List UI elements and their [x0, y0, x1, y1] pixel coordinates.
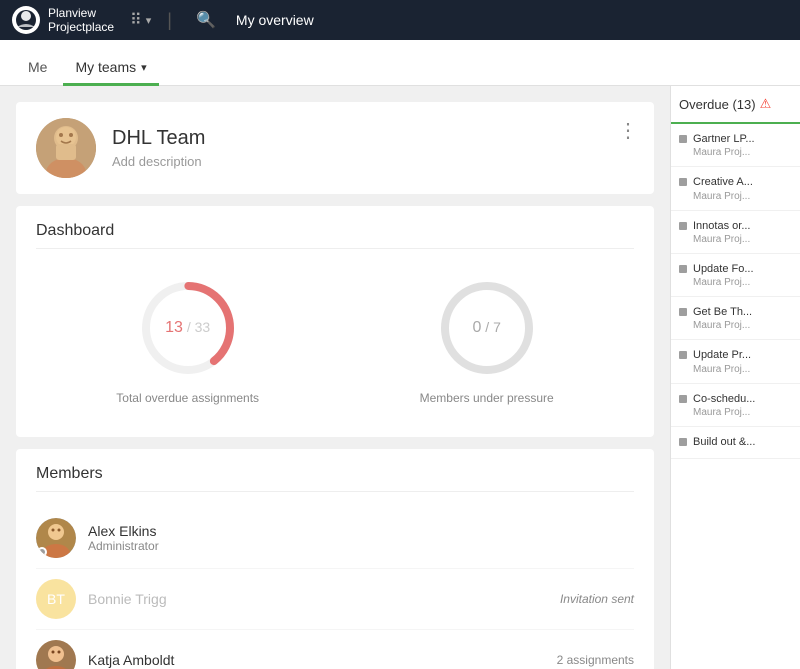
- right-item[interactable]: Get Be Th... Maura Proj...: [671, 297, 800, 340]
- content-area: DHL Team Add description ⋮ Dashboard: [0, 86, 670, 669]
- right-item[interactable]: Gartner LP... Maura Proj...: [671, 124, 800, 167]
- tab-bar: Me My teams ▾: [0, 40, 800, 86]
- task-icon: [679, 438, 687, 446]
- logo-area: Planview Projectplace: [12, 6, 114, 35]
- avatar: [36, 518, 76, 558]
- right-item-title: Creative A...: [693, 175, 753, 189]
- more-menu-button[interactable]: ⋮: [618, 118, 638, 143]
- team-description[interactable]: Add description: [112, 154, 634, 169]
- team-card: DHL Team Add description ⋮: [16, 102, 654, 194]
- right-item-sub: Maura Proj...: [693, 147, 755, 158]
- overdue-header: Overdue (13) ⚠: [671, 86, 800, 124]
- avatar: [36, 640, 76, 669]
- member-name: Katja Amboldt: [88, 652, 545, 668]
- dashboard-metrics: 13 / 33 Total overdue assignments 0 / 7: [36, 265, 634, 421]
- task-icon: [679, 135, 687, 143]
- right-item-title: Update Fo...: [693, 262, 754, 276]
- team-info: DHL Team Add description: [112, 127, 634, 169]
- task-icon: [679, 395, 687, 403]
- alert-icon: ⚠: [760, 96, 772, 112]
- task-icon: [679, 222, 687, 230]
- main-layout: DHL Team Add description ⋮ Dashboard: [0, 86, 800, 669]
- member-info: Alex Elkins Administrator: [88, 523, 634, 553]
- right-item[interactable]: Update Pr... Maura Proj...: [671, 340, 800, 383]
- task-icon: [679, 178, 687, 186]
- metric-overdue-label: Total overdue assignments: [116, 391, 259, 405]
- right-item[interactable]: Update Fo... Maura Proj...: [671, 254, 800, 297]
- donut-pressure-text: 0 / 7: [472, 319, 500, 337]
- right-item-sub: Maura Proj...: [693, 277, 754, 288]
- right-item-sub: Maura Proj...: [693, 320, 752, 331]
- right-item[interactable]: Build out &...: [671, 427, 800, 459]
- right-item[interactable]: Innotas or... Maura Proj...: [671, 211, 800, 254]
- nav-divider: |: [167, 10, 172, 31]
- members-title: Members: [36, 465, 634, 492]
- right-item[interactable]: Creative A... Maura Proj...: [671, 167, 800, 210]
- tab-my-teams[interactable]: My teams ▾: [63, 51, 158, 86]
- list-item[interactable]: Katja Amboldt 2 assignments: [36, 630, 634, 669]
- dashboard-card: Dashboard 13 / 33: [16, 206, 654, 437]
- member-info: Bonnie Trigg: [88, 591, 548, 607]
- member-role: Administrator: [88, 539, 634, 553]
- list-item[interactable]: Alex Elkins Administrator: [36, 508, 634, 569]
- right-item-sub: Maura Proj...: [693, 234, 750, 245]
- right-item-title: Build out &...: [693, 435, 755, 449]
- nav-overview-label: My overview: [236, 12, 314, 28]
- overdue-label: Overdue (13): [679, 97, 756, 112]
- team-name: DHL Team: [112, 127, 634, 150]
- member-assignments: 2 assignments: [557, 653, 634, 667]
- metric-pressure-label: Members under pressure: [420, 391, 554, 405]
- status-dot: [37, 547, 47, 557]
- right-item-title: Get Be Th...: [693, 305, 752, 319]
- grid-menu-button[interactable]: ⠿ ▾: [130, 10, 151, 30]
- tab-me[interactable]: Me: [16, 51, 59, 86]
- members-card: Members Alex Elkins Administrator: [16, 449, 654, 669]
- tab-dropdown-icon[interactable]: ▾: [141, 61, 147, 74]
- donut-pressure: 0 / 7: [432, 273, 542, 383]
- member-name: Bonnie Trigg: [88, 591, 548, 607]
- right-item-title: Update Pr...: [693, 348, 751, 362]
- right-item-title: Innotas or...: [693, 219, 750, 233]
- right-item-sub: Maura Proj...: [693, 364, 751, 375]
- right-panel: Overdue (13) ⚠ Gartner LP... Maura Proj.…: [670, 86, 800, 669]
- binoculars-icon: 🔍: [196, 10, 216, 30]
- list-item[interactable]: BT Bonnie Trigg Invitation sent: [36, 569, 634, 630]
- right-item-title: Gartner LP...: [693, 132, 755, 146]
- dashboard-title: Dashboard: [36, 222, 634, 249]
- top-navigation: Planview Projectplace ⠿ ▾ | 🔍 My overvie…: [0, 0, 800, 40]
- metric-pressure: 0 / 7 Members under pressure: [420, 273, 554, 405]
- logo-icon: [12, 6, 40, 34]
- right-item-sub: Maura Proj...: [693, 407, 755, 418]
- logo-text: Planview Projectplace: [48, 6, 114, 35]
- member-info: Katja Amboldt: [88, 652, 545, 668]
- right-item-sub: Maura Proj...: [693, 191, 753, 202]
- task-icon: [679, 308, 687, 316]
- right-item[interactable]: Co-schedu... Maura Proj...: [671, 384, 800, 427]
- donut-overdue-text: 13 / 33: [165, 319, 210, 337]
- donut-overdue: 13 / 33: [133, 273, 243, 383]
- metric-overdue: 13 / 33 Total overdue assignments: [116, 273, 259, 405]
- member-name: Alex Elkins: [88, 523, 634, 539]
- right-item-title: Co-schedu...: [693, 392, 755, 406]
- task-icon: [679, 351, 687, 359]
- avatar: BT: [36, 579, 76, 619]
- team-avatar: [36, 118, 96, 178]
- task-icon: [679, 265, 687, 273]
- member-status: Invitation sent: [560, 592, 634, 606]
